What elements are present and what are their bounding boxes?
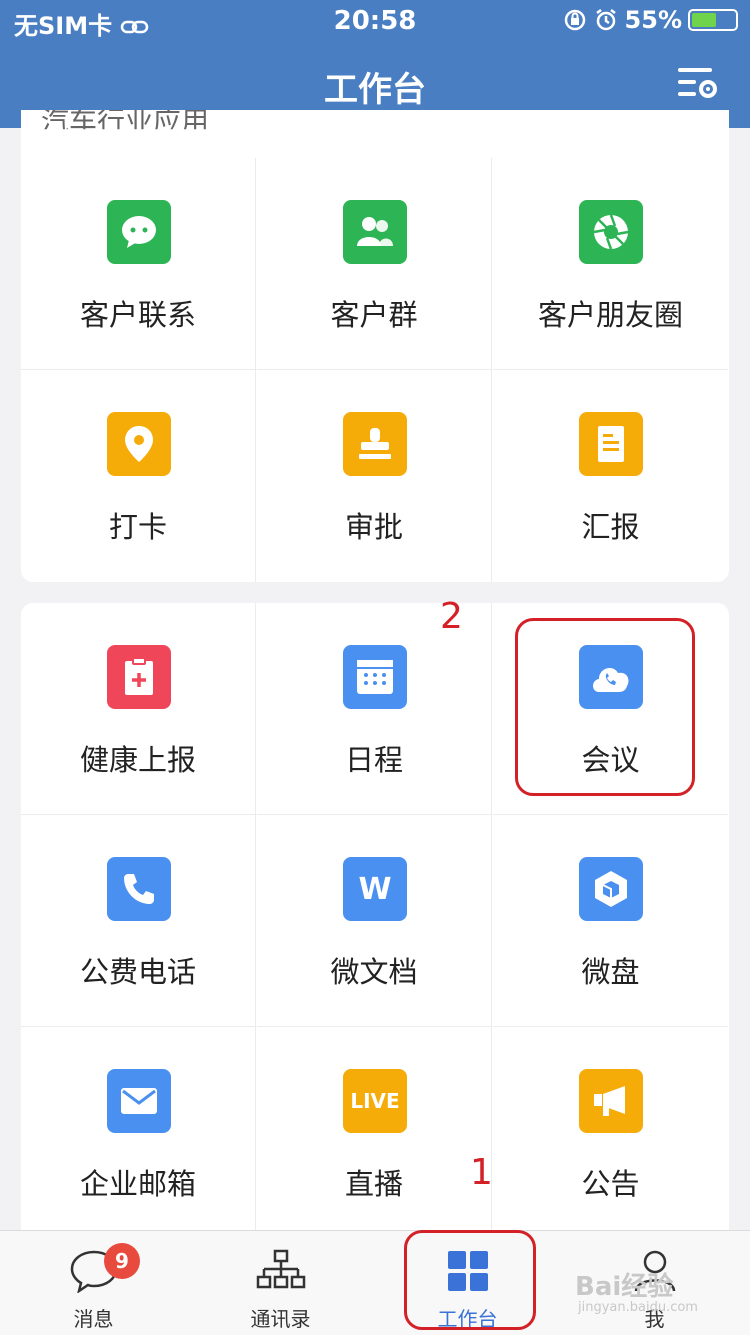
calendar-icon — [343, 645, 407, 709]
aperture-icon — [579, 200, 643, 264]
cube-icon — [579, 857, 643, 921]
stamp-icon — [343, 412, 407, 476]
app-report[interactable]: 汇报 — [493, 370, 728, 582]
phone-icon — [107, 857, 171, 921]
app-label: 企业邮箱 — [79, 1167, 196, 1201]
app-label: 直播 — [344, 1167, 403, 1201]
watermark-url: jingyan.baidu.com — [578, 1300, 698, 1315]
org-chart-icon — [256, 1249, 305, 1289]
app-approval[interactable]: 审批 — [257, 370, 492, 582]
mail-icon — [107, 1069, 171, 1133]
app-label: 客户群 — [330, 298, 418, 332]
status-right: 55% — [563, 6, 738, 34]
app-label: 客户联系 — [79, 298, 196, 332]
tab-messages[interactable]: 9 消息 — [0, 1231, 187, 1335]
app-customer-moments[interactable]: 客户朋友圈 — [493, 158, 728, 370]
section-industry-apps: 汽车行业应用 客户联系 客户群 客户朋友圈 打卡 审批 汇报 — [21, 110, 729, 582]
app-customer-contact[interactable]: 客户联系 — [21, 158, 256, 370]
group-icon — [343, 200, 407, 264]
tab-contacts[interactable]: 通讯录 — [187, 1231, 374, 1335]
live-text: LIVE — [350, 1089, 400, 1113]
unread-badge: 9 — [104, 1243, 140, 1279]
watermark: Bai经验 — [575, 1272, 674, 1302]
app-label: 客户朋友圈 — [537, 298, 683, 332]
app-label: 审批 — [344, 510, 403, 544]
app-label: 健康上报 — [79, 743, 196, 777]
app-checkin[interactable]: 打卡 — [21, 370, 256, 582]
megaphone-icon — [579, 1069, 643, 1133]
annotation-1: 1 — [470, 1152, 493, 1193]
battery-percent: 55% — [624, 6, 682, 34]
app-label: 日程 — [344, 743, 403, 777]
app-health-report[interactable]: 健康上报 — [21, 603, 256, 815]
app-enterprise-mail[interactable]: 企业邮箱 — [21, 1027, 256, 1239]
app-micro-doc[interactable]: W 微文档 — [257, 815, 492, 1027]
highlight-meeting — [515, 618, 695, 796]
alarm-icon — [595, 9, 616, 31]
app-label: 公告 — [581, 1167, 640, 1201]
app-label: 公费电话 — [79, 955, 196, 989]
app-label: 微文档 — [330, 955, 418, 989]
chat-icon — [107, 200, 171, 264]
app-header: 无SIM卡 20:58 55% 工作台 — [0, 0, 750, 128]
settings-icon[interactable] — [678, 66, 718, 100]
app-customer-group[interactable]: 客户群 — [257, 158, 492, 370]
app-public-phone[interactable]: 公费电话 — [21, 815, 256, 1027]
app-label: 微盘 — [581, 955, 640, 989]
battery-icon — [688, 9, 738, 31]
location-icon — [107, 412, 171, 476]
health-report-icon — [107, 645, 171, 709]
word-doc-icon: W — [343, 857, 407, 921]
tab-label: 通讯录 — [250, 1307, 311, 1331]
section-title: 汽车行业应用 — [41, 110, 210, 138]
rotation-lock-icon — [564, 9, 585, 31]
annotation-2: 2 — [440, 596, 463, 637]
page-title: 工作台 — [324, 70, 426, 110]
highlight-workbench-tab — [404, 1230, 536, 1330]
app-micro-disk[interactable]: 微盘 — [493, 815, 728, 1027]
report-icon — [579, 412, 643, 476]
app-live[interactable]: LIVE 直播 — [257, 1027, 492, 1239]
word-doc-letter: W — [358, 871, 392, 907]
live-icon: LIVE — [343, 1069, 407, 1133]
app-announcement[interactable]: 公告 — [493, 1027, 728, 1239]
app-label: 打卡 — [108, 510, 167, 544]
app-label: 汇报 — [581, 510, 640, 544]
tab-label: 消息 — [73, 1307, 114, 1331]
